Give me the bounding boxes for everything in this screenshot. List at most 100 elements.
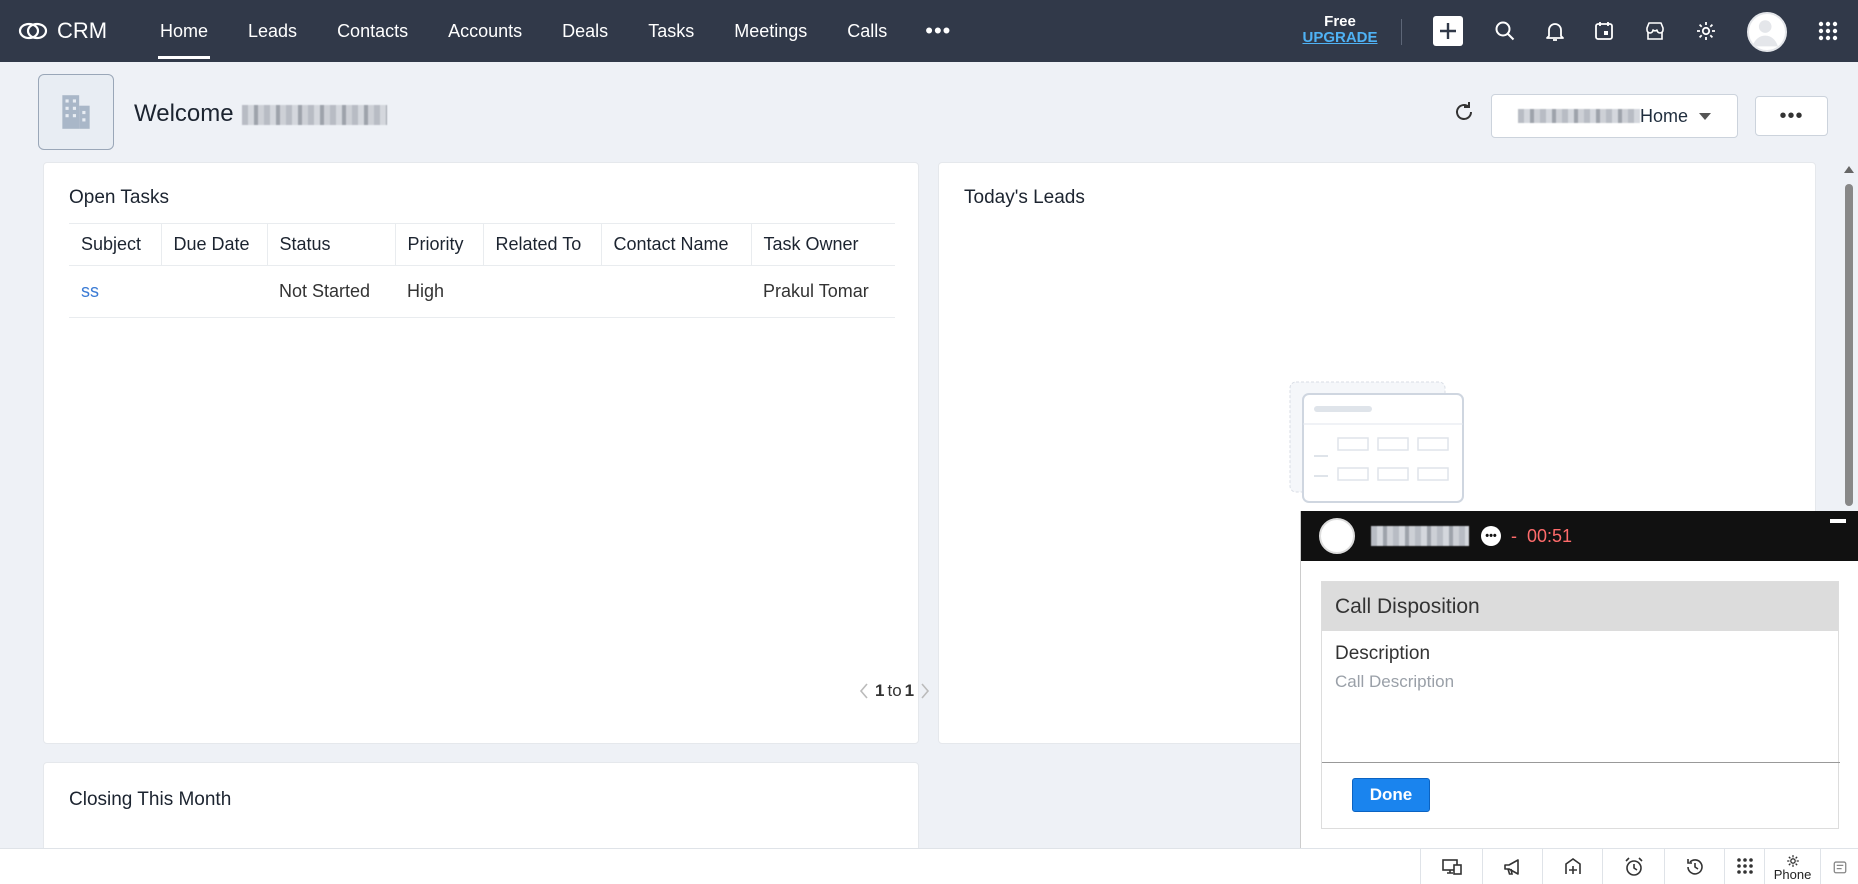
open-tasks-title: Open Tasks [69, 187, 169, 208]
settings-button[interactable] [1690, 15, 1722, 47]
crm-logo[interactable]: CRM [18, 18, 138, 44]
search-icon [1495, 21, 1515, 41]
pager-to: 1 [904, 681, 915, 700]
column-subject[interactable]: Subject [69, 223, 161, 266]
nav-leads[interactable]: Leads [228, 0, 317, 62]
nav-calls[interactable]: Calls [827, 0, 907, 62]
call-disposition-panel: Call Disposition Description Done [1321, 581, 1840, 829]
closing-title: Closing This Month [69, 789, 232, 810]
store-icon [1646, 22, 1664, 40]
todays-leads-title: Today's Leads [964, 187, 1085, 208]
header-more-button[interactable]: ••• [1755, 96, 1828, 136]
reminders-button[interactable] [1602, 849, 1664, 884]
organization-logo[interactable] [38, 74, 114, 150]
recent-items-button[interactable] [1664, 849, 1724, 884]
tasks-pagination: 1 to 1 [859, 681, 930, 701]
nav-more-button[interactable]: ••• [907, 0, 969, 62]
history-icon [1686, 859, 1703, 875]
divider [1322, 762, 1840, 763]
refresh-icon[interactable] [1452, 100, 1476, 124]
minimize-button[interactable] [1830, 519, 1846, 523]
alarm-icon [1624, 857, 1643, 876]
signals-button[interactable] [1542, 849, 1602, 884]
chevron-down-icon [1699, 113, 1711, 120]
open-tasks-card: Open Tasks Subject Due Date Status Prior… [43, 162, 930, 744]
nav-contacts[interactable]: Contacts [317, 0, 428, 62]
notes-icon [1833, 861, 1846, 874]
call-widget: ••• - 00:51 Call Disposition Description… [1300, 511, 1858, 848]
pager-to-label: to [887, 681, 902, 700]
dialpad-icon [1736, 858, 1753, 874]
table-row[interactable]: ss Not Started High Prakul Tomar [69, 265, 895, 318]
plus-icon [1440, 23, 1456, 39]
call-disposition-title: Call Disposition [1322, 582, 1838, 631]
gear-icon [1697, 22, 1715, 40]
nav-home[interactable]: Home [140, 0, 228, 62]
caller-avatar [1319, 518, 1355, 554]
redacted-user-name [242, 104, 388, 125]
nav-tasks[interactable]: Tasks [628, 0, 714, 62]
welcome-label: Welcome [134, 100, 234, 127]
home-view-label: Home [1640, 105, 1689, 126]
bell-icon [1546, 23, 1564, 41]
call-timer: 00:51 [1527, 525, 1573, 546]
open-tasks-table: Subject Due Date Status Priority Related… [69, 223, 895, 318]
column-contact-name[interactable]: Contact Name [600, 223, 751, 266]
dialpad-button[interactable] [1724, 849, 1764, 884]
column-related-to[interactable]: Related To [482, 223, 601, 266]
nav-meetings[interactable]: Meetings [714, 0, 827, 62]
notifications-button[interactable] [1539, 15, 1571, 47]
nav-deals[interactable]: Deals [542, 0, 628, 62]
main-nav: Home Leads Contacts Accounts Deals Tasks… [140, 0, 969, 62]
create-new-button[interactable] [1433, 16, 1463, 46]
marketplace-button[interactable] [1639, 15, 1671, 47]
avatar-icon [1752, 20, 1778, 47]
plan-free-label: Free [1324, 13, 1356, 30]
calendar-icon [1595, 22, 1613, 40]
page-scrollbar[interactable] [1840, 160, 1858, 510]
call-description-input[interactable] [1335, 672, 1815, 692]
chevron-left-icon[interactable] [859, 682, 869, 700]
bottom-toolbar: Phone [0, 848, 1858, 884]
user-avatar[interactable] [1747, 12, 1787, 52]
search-button[interactable] [1489, 15, 1521, 47]
chevron-right-icon[interactable] [920, 682, 930, 700]
apps-grid-button[interactable] [1812, 15, 1844, 47]
scroll-thumb[interactable] [1845, 184, 1853, 506]
redacted-caller-name [1371, 526, 1469, 546]
column-status[interactable]: Status [266, 223, 395, 266]
cell-priority: High [395, 265, 483, 318]
home-view-select[interactable]: Home [1491, 94, 1738, 138]
column-due-date[interactable]: Due Date [160, 223, 267, 266]
call-separator: - [1511, 525, 1517, 546]
column-task-owner[interactable]: Task Owner [750, 223, 895, 266]
phone-settings-button[interactable]: Phone [1764, 849, 1820, 884]
upgrade-label[interactable]: UPGRADE [1300, 30, 1380, 46]
signal-icon [1564, 858, 1581, 874]
cell-status: Not Started [267, 265, 395, 318]
notes-button[interactable] [1820, 849, 1858, 884]
cell-subject[interactable]: ss [69, 265, 161, 318]
screen-share-button[interactable] [1420, 849, 1482, 884]
building-icon [62, 95, 90, 129]
nav-accounts[interactable]: Accounts [428, 0, 542, 62]
upgrade-link[interactable]: Free UPGRADE [1300, 14, 1380, 46]
column-priority[interactable]: Priority [394, 223, 483, 266]
scroll-up-arrow[interactable] [1844, 166, 1854, 173]
call-options-button[interactable]: ••• [1481, 526, 1501, 546]
table-header-row: Subject Due Date Status Priority Related… [69, 223, 895, 266]
welcome-heading: Welcome [134, 100, 388, 128]
divider [1401, 19, 1402, 45]
pager-from: 1 [875, 681, 885, 700]
top-navigation-bar: CRM Home Leads Contacts Accounts Deals T… [0, 0, 1858, 62]
cell-contact-name [601, 265, 751, 318]
apps-grid-icon [1818, 21, 1838, 41]
megaphone-icon [1503, 859, 1519, 875]
cell-related-to [483, 265, 601, 318]
brand-name: CRM [57, 18, 108, 43]
calendar-button[interactable] [1588, 15, 1620, 47]
done-button[interactable]: Done [1352, 778, 1430, 812]
empty-table-illustration [1289, 381, 1464, 503]
crm-logo-icon [18, 22, 48, 40]
announcements-button[interactable] [1482, 849, 1542, 884]
